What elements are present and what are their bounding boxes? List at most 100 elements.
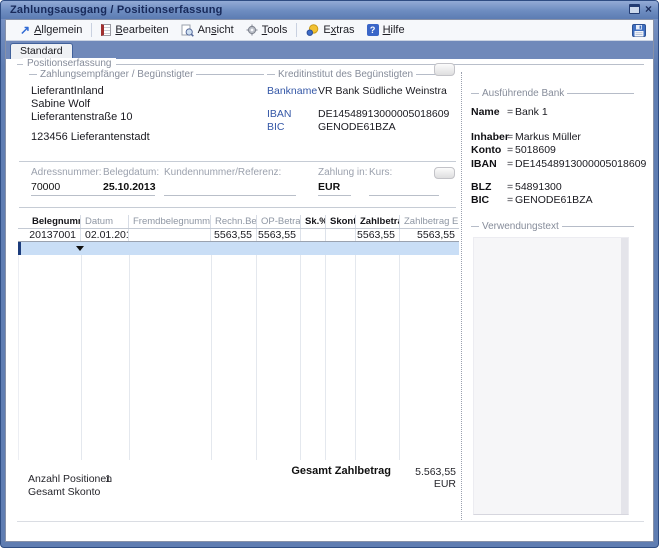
cell-sk-prozent[interactable] [301, 229, 326, 241]
bankname-label: Bankname [267, 85, 317, 97]
cell-op-betrag[interactable]: 5563,55 [257, 229, 301, 241]
cell-skonto[interactable] [326, 229, 356, 241]
table-header-row: Belegnummer Datum Fremdbelegnummer Rechn… [18, 215, 459, 229]
menu-extras[interactable]: Extras [300, 22, 360, 38]
col-op-betrag[interactable]: OP-Betrag [257, 215, 301, 228]
cell-datum[interactable]: 02.01.2013 [81, 229, 129, 241]
cell-zahlbetrag[interactable]: 5563,55 [356, 229, 400, 241]
cell-fremdbelegnummer[interactable] [129, 229, 211, 241]
cell-zahlbetrag-euro[interactable]: 5563,55 [400, 229, 459, 241]
bank-konto-value: 5018609 [515, 144, 556, 156]
gear-icon [246, 24, 258, 36]
executing-bank-legend: Ausführende Bank [471, 87, 634, 99]
zahlung-in-field[interactable]: Zahlung in: EUR [318, 167, 351, 196]
panel-separator [461, 72, 462, 520]
menu-bearbeiten-label: Bearbeiten [115, 24, 168, 36]
col-rechn-betrag[interactable]: Rechn.Betrag [211, 215, 257, 228]
payee-city: 123456 Lieferantenstadt [31, 131, 150, 143]
bank-inhaber-label: Inhaber [471, 131, 509, 143]
gesamt-skonto-label: Gesamt Skonto [28, 486, 100, 498]
help-icon: ? [367, 24, 379, 36]
zahlung-in-label: Zahlung in: [318, 167, 351, 178]
col-zahlbetrag-euro[interactable]: Zahlbetrag Euro [400, 215, 459, 228]
col-skonto[interactable]: Skonto [326, 215, 356, 228]
col-sk-prozent[interactable]: Sk.% [301, 215, 326, 228]
col-belegnummer[interactable]: Belegnummer [18, 215, 81, 228]
menu-allgemein-label: Allgemein [34, 24, 82, 36]
cell-rechn-betrag[interactable]: 5563,55 [211, 229, 257, 241]
bank-name-value: Bank 1 [515, 106, 548, 118]
menu-ansicht[interactable]: Ansicht [175, 22, 240, 39]
extras-icon [306, 24, 319, 36]
bank-inhaber-value: Markus Müller [515, 131, 581, 143]
anzahl-positionen-value: 1 [97, 473, 111, 485]
equals-sign: = [507, 106, 513, 118]
verwendungstext-textarea[interactable] [473, 237, 629, 515]
belegdatum-field[interactable]: Belegdatum: 25.10.2013 [103, 167, 155, 196]
bank-konto-label: Konto [471, 144, 501, 156]
close-icon[interactable]: × [645, 4, 652, 14]
equals-sign: = [507, 194, 513, 206]
kurs-field[interactable]: Kurs: [369, 167, 439, 196]
payee-name: LieferantInland [31, 85, 104, 97]
bank-bic-value: GENODE61BZA [515, 194, 593, 206]
equals-sign: = [507, 158, 513, 170]
notebook-icon [101, 24, 111, 36]
tab-standard[interactable]: Standard [10, 43, 73, 59]
belegdatum-label: Belegdatum: [103, 167, 155, 178]
menu-allgemein[interactable]: ↗ Allgemein [14, 22, 88, 38]
iban-value: DE14548913000005018609 [318, 108, 449, 120]
bank-bic-label: BIC [471, 194, 489, 206]
col-fremdbelegnummer[interactable]: Fremdbelegnummer [129, 215, 211, 228]
equals-sign: = [507, 144, 513, 156]
magnifier-icon [181, 24, 194, 37]
tab-strip: Standard [6, 41, 653, 59]
empty-grid-rows [18, 255, 459, 460]
restore-icon[interactable] [629, 4, 640, 14]
gesamt-zahlbetrag-label: Gesamt Zahlbetrag [241, 465, 391, 477]
bank-blz-label: BLZ [471, 181, 491, 193]
arrow-up-right-icon: ↗ [20, 25, 30, 35]
textarea-scrollbar[interactable] [621, 238, 628, 514]
bank-blz-value: 54891300 [515, 181, 562, 193]
equals-sign: = [507, 181, 513, 193]
belegdatum-value[interactable]: 25.10.2013 [103, 181, 155, 193]
bank-name-label: Name [471, 106, 500, 118]
zahlung-in-value[interactable]: EUR [318, 181, 351, 193]
menu-extras-label: Extras [323, 24, 354, 36]
dropdown-arrow-icon[interactable] [76, 246, 84, 251]
bank-iban-label: IBAN [471, 158, 497, 170]
bankname-value: VR Bank Südliche Weinstra [318, 85, 447, 97]
save-button[interactable] [630, 22, 648, 39]
separator-line [19, 161, 456, 162]
kurs-label: Kurs: [369, 167, 439, 178]
kundennummer-field[interactable]: Kundennummer/Referenz: [164, 167, 296, 196]
kundennummer-label: Kundennummer/Referenz: [164, 167, 296, 178]
app-window: Zahlungsausgang / Positionserfassung × ↗… [0, 0, 659, 548]
table-row[interactable]: 20137001 02.01.2013 5563,55 5563,55 5563… [18, 229, 459, 242]
menubar: ↗ Allgemein Bearbeiten Ansicht Tools Ext… [6, 20, 653, 41]
menu-separator [91, 23, 92, 37]
separator-line [19, 207, 456, 208]
save-icon [632, 24, 646, 37]
cell-belegnummer[interactable]: 20137001 [18, 229, 81, 241]
col-datum[interactable]: Datum [81, 215, 129, 228]
payee-contact: Sabine Wolf [31, 98, 90, 110]
iban-label: IBAN [267, 108, 292, 120]
bic-value: GENODE61BZA [318, 121, 396, 133]
scroll-up-button[interactable] [434, 63, 455, 76]
payee-legend: Zahlungsempfänger / Begünstigter [29, 68, 264, 80]
menu-hilfe[interactable]: ? Hilfe [361, 22, 411, 38]
bank-iban-value: DE14548913000005018609 [515, 158, 646, 170]
menu-bearbeiten[interactable]: Bearbeiten [95, 22, 174, 38]
payee-street: Lieferantenstraße 10 [31, 111, 133, 123]
col-zahlbetrag[interactable]: Zahlbetrag [356, 215, 400, 228]
verwendungstext-legend: Verwendungstext [471, 220, 634, 232]
bic-label: BIC [267, 121, 285, 133]
window-title: Zahlungsausgang / Positionserfassung [10, 4, 223, 16]
equals-sign: = [507, 131, 513, 143]
active-entry-row[interactable] [18, 242, 459, 255]
menu-hilfe-label: Hilfe [383, 24, 405, 36]
payee-bank-legend: Kreditinstitut des Begünstigten [267, 68, 435, 80]
menu-tools[interactable]: Tools [240, 22, 294, 38]
